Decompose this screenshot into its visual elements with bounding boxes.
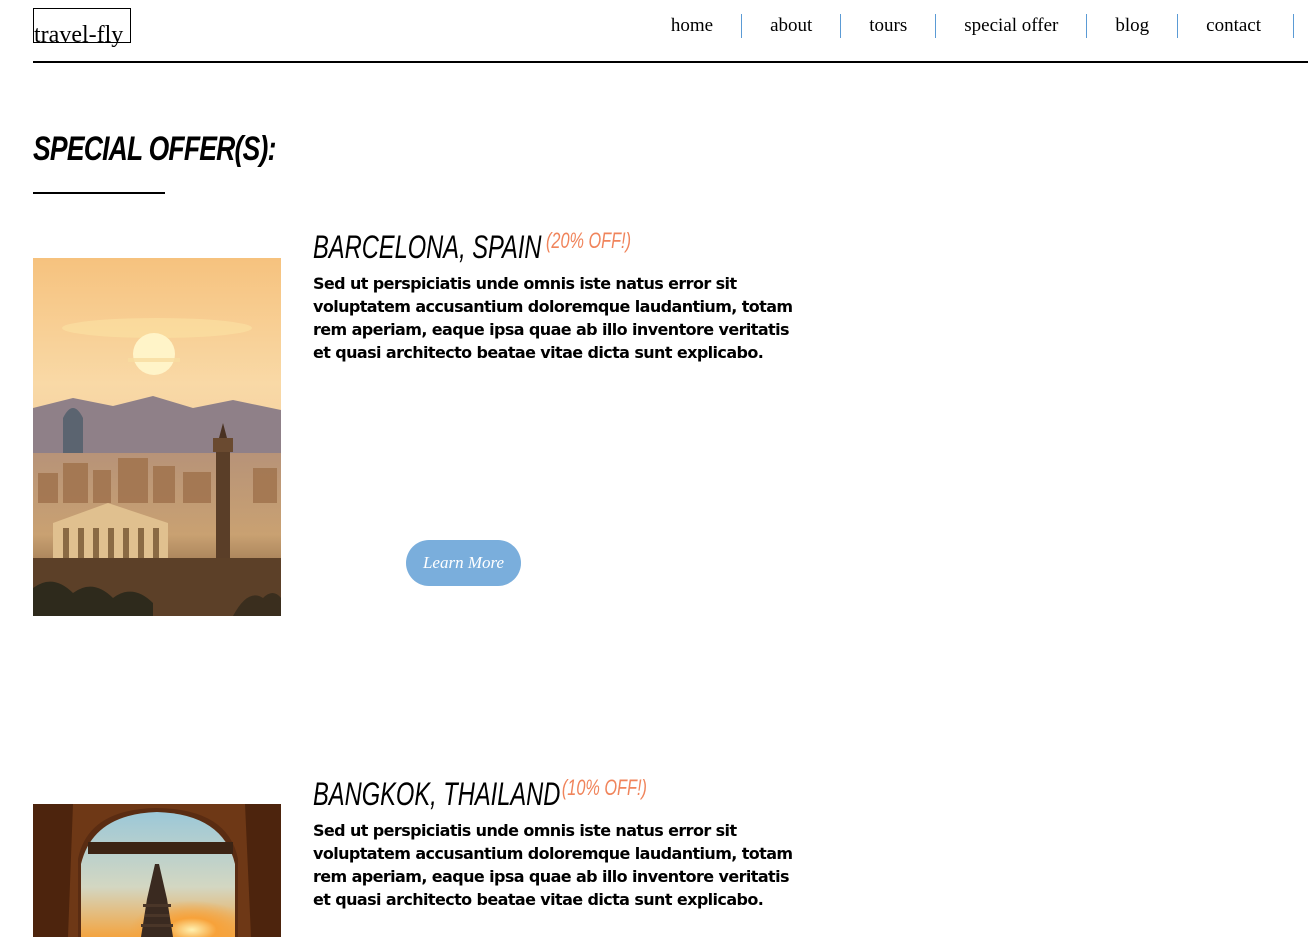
offer-photo-barcelona bbox=[33, 258, 281, 616]
offer-destination: BANGKOK, THAILAND bbox=[313, 776, 561, 812]
title-underline bbox=[33, 192, 165, 194]
nav-item-home[interactable]: home bbox=[671, 14, 743, 38]
site-logo[interactable]: travel-fly bbox=[33, 8, 131, 47]
offer-description: Sed ut perspiciatis unde omnis iste natu… bbox=[313, 274, 793, 362]
offer-destination: BARCELONA, SPAIN bbox=[313, 229, 542, 265]
main-nav: home about tours special offer blog cont… bbox=[671, 14, 1294, 38]
nav-item-contact[interactable]: contact bbox=[1178, 14, 1294, 38]
offer-discount: (10% OFF!) bbox=[561, 775, 647, 800]
offer-photo-bangkok bbox=[33, 804, 281, 937]
offer-description: Sed ut perspiciatis unde omnis iste natu… bbox=[313, 821, 793, 909]
site-logo-text: travel-fly bbox=[34, 22, 124, 48]
offer-title-barcelona: BARCELONA, SPAIN (20% OFF!) bbox=[313, 228, 631, 266]
learn-more-button[interactable]: Learn More bbox=[406, 540, 521, 586]
header-divider bbox=[33, 61, 1308, 63]
nav-item-tours[interactable]: tours bbox=[841, 14, 937, 38]
offer-title-bangkok: BANGKOK, THAILAND(10% OFF!) bbox=[313, 775, 647, 813]
page-title: SPECIAL OFFER(S): bbox=[33, 130, 276, 168]
nav-item-blog[interactable]: blog bbox=[1087, 14, 1179, 38]
offer-discount: (20% OFF!) bbox=[545, 228, 632, 253]
nav-item-about[interactable]: about bbox=[742, 14, 842, 38]
nav-item-special-offer[interactable]: special offer bbox=[936, 14, 1088, 38]
